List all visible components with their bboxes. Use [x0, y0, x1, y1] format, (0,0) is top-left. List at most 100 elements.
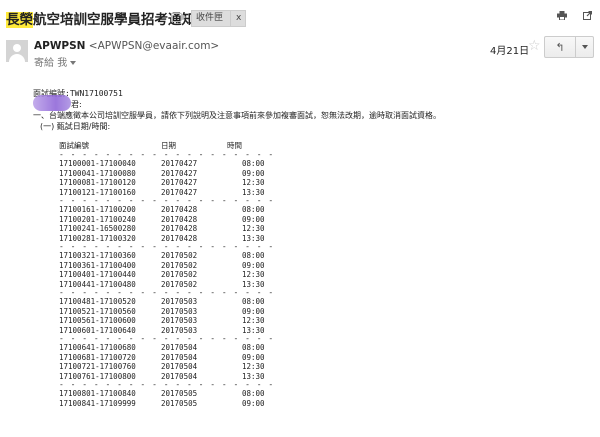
cell-date: 20170427 — [161, 168, 198, 178]
cell-time: 08:00 — [242, 159, 265, 168]
inbox-label-chip[interactable]: 收件匣 x — [191, 10, 247, 27]
table-row: 17100001-17100040 20170427 08:00 — [59, 159, 279, 169]
email-subject: 長榮航空培訓空服學員招考通知 — [6, 8, 195, 28]
cell-id: 17100761-17100800 — [59, 371, 136, 381]
cell-id: 17100281-17100320 — [59, 233, 136, 243]
cell-date: 20170428 — [161, 205, 198, 214]
reply-button-group: ↰ — [544, 36, 594, 58]
more-options-button[interactable] — [575, 37, 593, 57]
cell-date: 20170504 — [161, 352, 198, 362]
cell-time: 12:30 — [242, 270, 265, 279]
cell-date: 20170503 — [161, 325, 198, 335]
sender-name[interactable]: APWPSN — [34, 40, 85, 52]
cell-id: 17100441-17100480 — [59, 279, 136, 289]
table-row: 17100401-17100440 20170502 12:30 — [59, 270, 279, 280]
cell-id: 17100481-17100520 — [59, 297, 136, 306]
cell-date: 20170505 — [161, 398, 198, 408]
cell-date: 20170502 — [161, 270, 198, 279]
cell-date: 20170502 — [161, 279, 198, 289]
cell-id: 17100361-17100400 — [59, 260, 136, 270]
greeting: 君: — [71, 100, 82, 109]
important-marker-icon[interactable] — [171, 13, 186, 22]
table-row: 17100561-17100600 20170503 12:30 — [59, 316, 279, 326]
cell-id: 17100081-17100120 — [59, 178, 136, 187]
new-window-icon[interactable] — [583, 11, 592, 20]
cell-id: 17100001-17100040 — [59, 159, 136, 168]
table-row: 17100281-17100320 20170428 13:30 — [59, 234, 279, 244]
cell-time: 13:30 — [242, 371, 265, 381]
dashed-separator: - - - - - - - - - - - - - - - - - - - - … — [59, 151, 275, 159]
table-row: 17100801-17100840 20170505 08:00 — [59, 389, 279, 399]
sender-line: APWPSN <APWPSN@evaair.com> — [34, 40, 219, 52]
cell-date: 20170428 — [161, 224, 198, 233]
cell-id: 17100721-17100760 — [59, 362, 136, 371]
cell-time: 08:00 — [242, 343, 265, 352]
cell-id: 17100401-17100440 — [59, 270, 136, 279]
schedule-header: 面試編號 日期 時間 — [59, 140, 279, 151]
cell-time: 09:00 — [242, 168, 265, 178]
cell-id: 17100601-17100640 — [59, 325, 136, 335]
table-row: 17100361-17100400 20170502 09:00 — [59, 261, 279, 271]
subject-highlight: 長榮 — [6, 12, 33, 28]
cell-time: 08:00 — [242, 297, 265, 306]
cell-time: 08:00 — [242, 205, 265, 214]
cell-date: 20170504 — [161, 343, 198, 352]
print-icon[interactable] — [557, 11, 567, 20]
reply-arrow-icon: ↰ — [555, 40, 565, 54]
table-row: 17100041-17100080 20170427 09:00 — [59, 169, 279, 179]
subject-bar: 長榮航空培訓空服學員招考通知 收件匣 x — [0, 0, 600, 30]
header-date: 日期 — [161, 141, 176, 150]
sender-avatar — [6, 40, 28, 62]
dashed-separator: - - - - - - - - - - - - - - - - - - - - … — [59, 381, 275, 389]
to-name: 我 — [57, 58, 68, 69]
interview-schedule-table: 面試編號 日期 時間 - - - - - - - - - - - - - - -… — [59, 140, 279, 408]
table-row: 17100241-16500280 20170428 12:30 — [59, 224, 279, 234]
cell-date: 20170427 — [161, 159, 198, 168]
table-row: 17100721-17100760 20170504 12:30 — [59, 362, 279, 372]
header-id: 面試編號 — [59, 141, 89, 150]
table-row: 17100201-17100240 20170428 09:00 — [59, 215, 279, 225]
table-row: 17100521-17100560 20170503 09:00 — [59, 307, 279, 317]
cell-time: 09:00 — [242, 260, 265, 270]
chevron-down-icon — [581, 45, 588, 49]
cell-id: 17100321-17100360 — [59, 251, 136, 260]
cell-time: 12:30 — [242, 316, 265, 325]
cell-id: 17100041-17100080 — [59, 168, 136, 178]
cell-date: 20170503 — [161, 297, 198, 306]
cell-time: 13:30 — [242, 187, 265, 197]
intro-paragraph: 一、台端應徵本公司培訓空服學員，請依下列說明及注意事項前來參加複審面試，恕無法改… — [33, 111, 441, 120]
cell-date: 20170502 — [161, 251, 198, 260]
table-row: 17100321-17100360 20170502 08:00 — [59, 251, 279, 261]
table-row: 17100761-17100800 20170504 13:30 — [59, 372, 279, 382]
cell-id: 17100201-17100240 — [59, 214, 136, 224]
sender-email: <APWPSN@evaair.com> — [88, 40, 220, 52]
table-row: 17100641-17100680 20170504 08:00 — [59, 343, 279, 353]
cell-date: 20170427 — [161, 178, 198, 187]
dashed-separator: - - - - - - - - - - - - - - - - - - - - … — [59, 197, 275, 205]
header-time: 時間 — [227, 141, 242, 150]
cell-time: 13:30 — [242, 325, 265, 335]
cell-id: 17100641-17100680 — [59, 343, 136, 352]
cell-date: 20170428 — [161, 233, 198, 243]
remove-label-button[interactable]: x — [230, 11, 241, 26]
table-row: 17100681-17100720 20170504 09:00 — [59, 353, 279, 363]
table-row: 17100601-17100640 20170503 13:30 — [59, 326, 279, 336]
cell-id: 17100161-17100200 — [59, 205, 136, 214]
recipient-line[interactable]: 寄給 我 — [34, 54, 77, 69]
table-row: 17100841-17109999 20170505 09:00 — [59, 399, 279, 409]
cell-date: 20170503 — [161, 316, 198, 325]
cell-date: 20170505 — [161, 389, 198, 398]
cell-time: 12:30 — [242, 362, 265, 371]
cell-time: 08:00 — [242, 389, 265, 398]
cell-time: 09:00 — [242, 352, 265, 362]
dashed-separator: - - - - - - - - - - - - - - - - - - - - … — [59, 335, 275, 343]
section-heading: (一) 甄試日期/時間: — [40, 122, 111, 131]
details-chevron-down-icon[interactable] — [70, 61, 77, 65]
reply-button[interactable]: ↰ — [545, 37, 575, 57]
cell-id: 17100241-16500280 — [59, 224, 136, 233]
cell-time: 09:00 — [242, 306, 265, 316]
cell-date: 20170504 — [161, 371, 198, 381]
cell-date: 20170503 — [161, 306, 198, 316]
cell-time: 09:00 — [242, 398, 265, 408]
star-icon[interactable]: ☆ — [528, 39, 541, 53]
